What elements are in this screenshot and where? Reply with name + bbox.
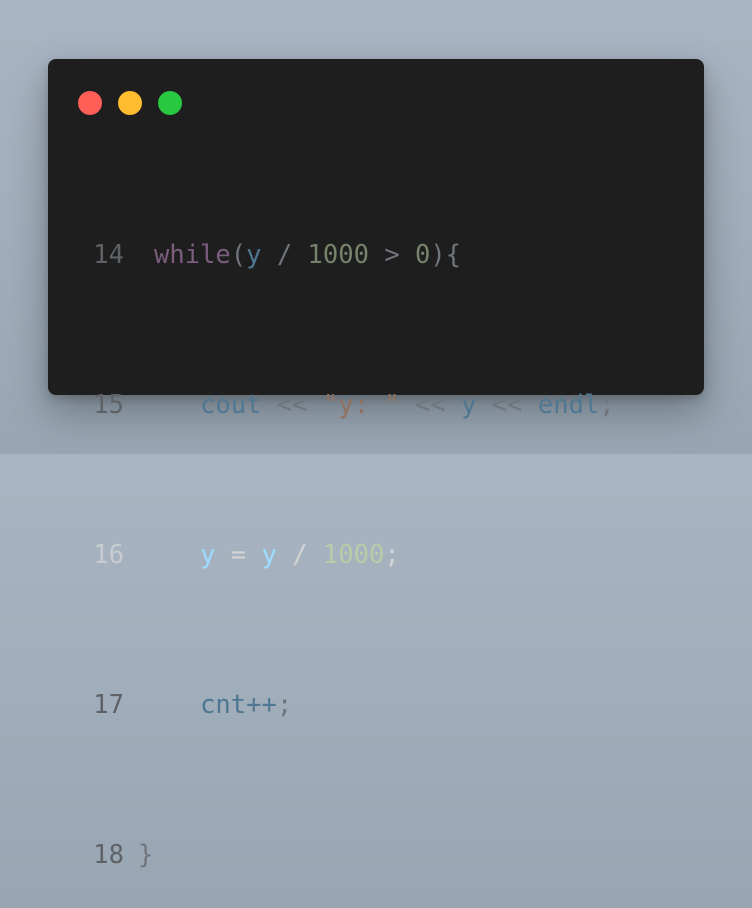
code-line: 17 cnt++; [90, 687, 615, 725]
indent-token [154, 690, 200, 720]
code-line: 18} [90, 837, 615, 875]
indent-token [154, 540, 200, 570]
punctuation-token: ; [599, 390, 615, 420]
line-number: 15 [93, 390, 124, 420]
operator-token: > [368, 240, 416, 270]
code-line-active: 16 y = y / 1000; [90, 537, 615, 575]
identifier-token: y [261, 540, 277, 570]
identifier-token: y [461, 390, 477, 420]
identifier-token: cout [200, 390, 262, 420]
string-token: "y: " [322, 390, 400, 420]
identifier-token: endl [537, 390, 600, 420]
punctuation-token: } [138, 840, 154, 870]
number-token: 1000 [307, 240, 369, 270]
identifier-token: y [200, 540, 216, 570]
operator-token: << [261, 390, 323, 420]
code-line: 15 cout << "y: " << y << endl; [90, 387, 615, 425]
code-block: 14 while(y / 1000 > 0){ 15 cout << "y: " … [90, 162, 615, 908]
line-number: 16 [93, 540, 124, 570]
minimize-window-button[interactable] [118, 91, 142, 115]
punctuation-token: ){ [430, 240, 462, 270]
maximize-window-button[interactable] [158, 91, 182, 115]
line-number: 14 [93, 240, 124, 270]
identifier-token: cnt++ [200, 690, 277, 720]
operator-token: / [276, 540, 323, 570]
operator-token: / [261, 240, 308, 270]
identifier-token: y [246, 240, 262, 270]
punctuation-token: ( [230, 240, 247, 270]
operator-token: = [215, 540, 262, 570]
line-number: 18 [93, 840, 124, 870]
punctuation-token: ; [276, 690, 293, 720]
line-number: 17 [93, 690, 124, 720]
keyword-token: while [154, 240, 231, 270]
indent-token [154, 390, 200, 420]
number-token: 1000 [322, 540, 385, 570]
punctuation-token: ; [384, 540, 400, 570]
number-token: 0 [415, 240, 431, 270]
operator-token: << [399, 390, 462, 420]
operator-token: << [476, 390, 538, 420]
code-window: 14 while(y / 1000 > 0){ 15 cout << "y: " … [48, 59, 704, 870]
close-window-button[interactable] [78, 91, 102, 115]
code-line: 14 while(y / 1000 > 0){ [90, 237, 615, 275]
